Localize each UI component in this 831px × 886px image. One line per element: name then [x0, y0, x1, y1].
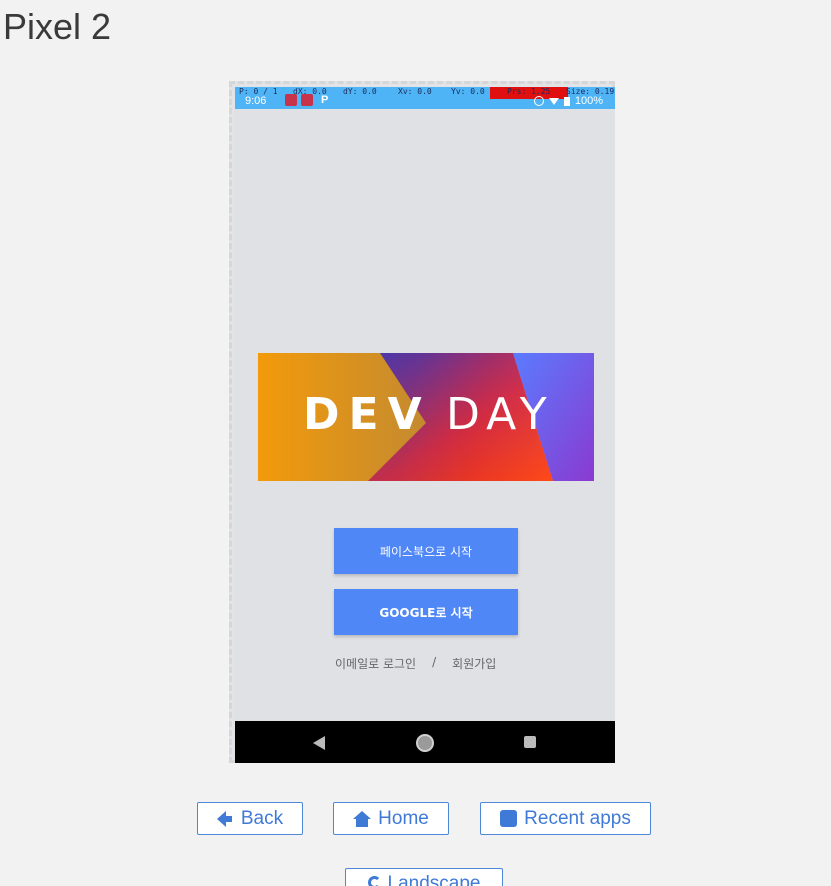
parking-icon: P: [321, 94, 329, 106]
link-separator: /: [432, 655, 437, 669]
banner-word-dev: DEV: [303, 389, 431, 440]
notification-icon: [301, 94, 313, 106]
back-button-label: Back: [240, 807, 284, 829]
android-nav-bar: [235, 721, 615, 763]
email-login-link[interactable]: 이메일로 로그인: [335, 655, 416, 672]
banner-word-day: DAY: [446, 389, 554, 440]
device-frame: P: 0 / 1 dX: 0.0 dY: 0.0 Xv: 0.0 Yv: 0.0…: [229, 81, 615, 763]
nav-back-icon[interactable]: [313, 736, 325, 750]
home-button-label: Home: [378, 807, 429, 829]
debug-dy: dY: 0.0: [343, 87, 377, 96]
home-icon: [353, 810, 372, 827]
home-button[interactable]: Home: [333, 802, 449, 835]
arrow-left-icon: [216, 810, 234, 827]
status-time: 9:06: [245, 95, 267, 107]
notification-icon: [285, 94, 297, 106]
landscape-button-label: Landscape: [387, 873, 481, 886]
square-icon: [500, 810, 518, 827]
recent-apps-button[interactable]: Recent apps: [480, 802, 651, 835]
device-screen[interactable]: P: 0 / 1 dX: 0.0 dY: 0.0 Xv: 0.0 Yv: 0.0…: [235, 87, 615, 763]
page: Pixel 2 P: 0 / 1 dX: 0.0 dY: 0.0 Xv: 0.0…: [0, 0, 831, 886]
page-title: Pixel 2: [3, 6, 112, 47]
google-login-button[interactable]: GOOGLE로 시작: [334, 589, 518, 635]
nav-home-icon[interactable]: [416, 734, 434, 752]
sync-icon: [533, 96, 544, 106]
auth-links: 이메일로 로그인 / 회원가입: [335, 655, 525, 672]
signup-link[interactable]: 회원가입: [452, 655, 496, 672]
battery-level: 100%: [574, 95, 603, 107]
debug-xv: Xv: 0.0: [398, 87, 432, 96]
nav-recent-icon[interactable]: [524, 736, 536, 748]
refresh-icon: [367, 876, 381, 886]
notification-icons: P: [285, 94, 328, 106]
devday-banner: DEV DAY: [258, 353, 594, 481]
status-bar: P: 0 / 1 dX: 0.0 dY: 0.0 Xv: 0.0 Yv: 0.0…: [235, 87, 615, 109]
back-button[interactable]: Back: [197, 802, 303, 835]
landscape-button[interactable]: Landscape: [345, 868, 503, 886]
battery-icon: [563, 96, 570, 106]
facebook-login-button[interactable]: 페이스북으로 시작: [334, 528, 518, 574]
recent-apps-button-label: Recent apps: [524, 807, 631, 829]
system-icons: 100%: [533, 95, 603, 107]
wifi-icon: [548, 97, 559, 105]
debug-yv: Yv: 0.0: [451, 87, 485, 96]
